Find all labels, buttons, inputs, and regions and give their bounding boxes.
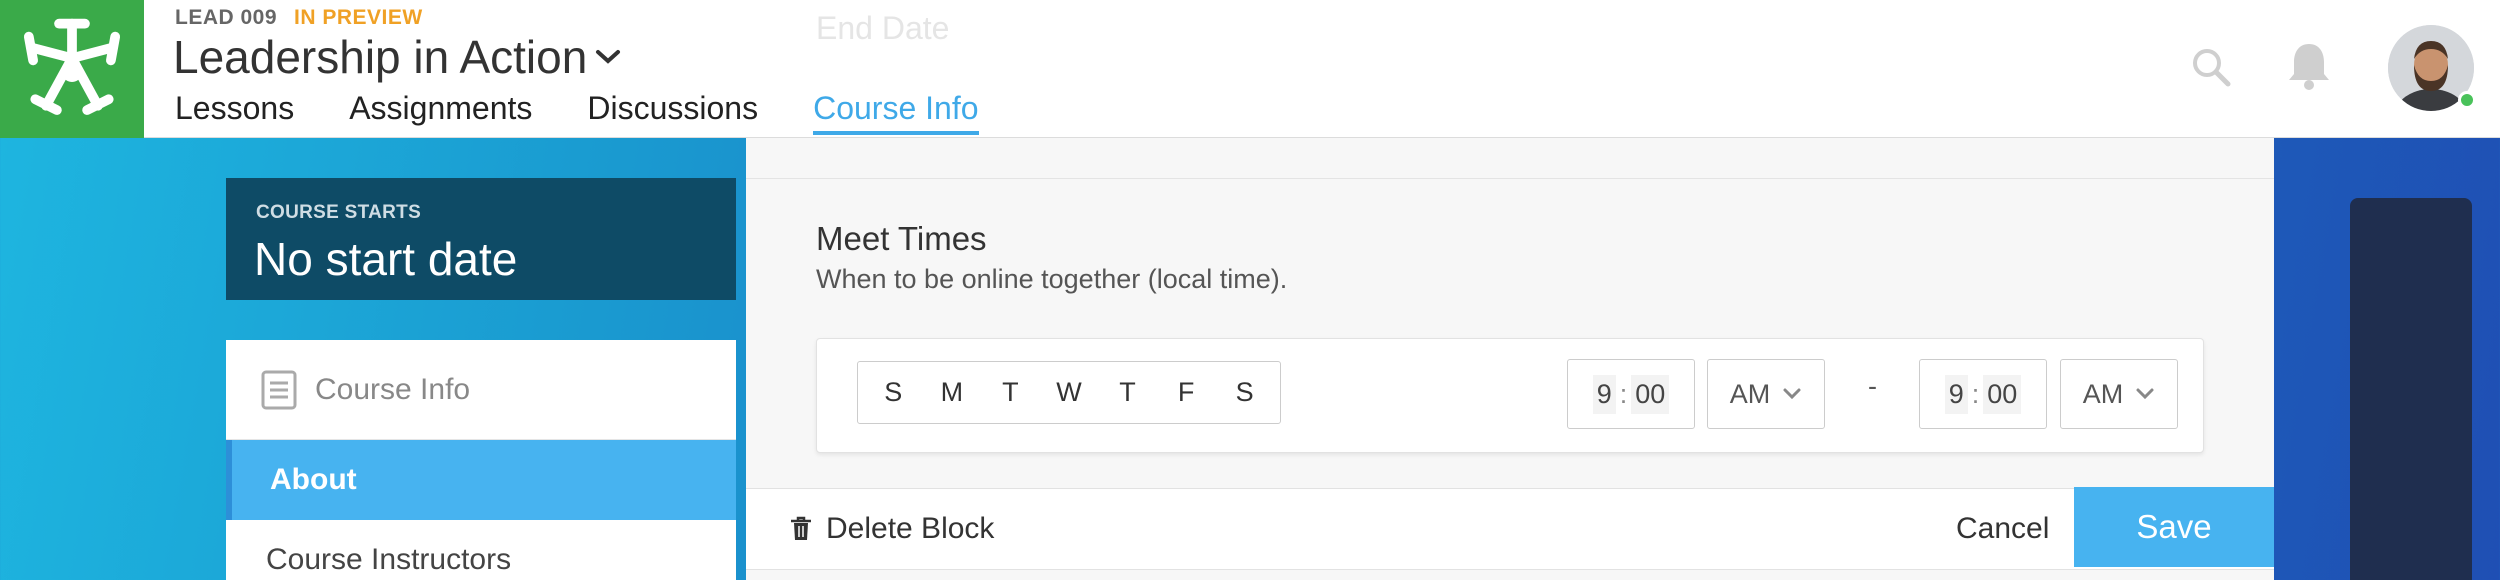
divider <box>746 178 2274 179</box>
end-time-input: 9 : 00 <box>1919 359 2047 429</box>
end-minute-field[interactable]: 00 <box>1983 374 2022 414</box>
end-period-select[interactable]: AM <box>2060 359 2178 429</box>
delete-block-button[interactable]: Delete Block <box>790 489 994 569</box>
course-nav-tabs: Lessons Assignments Discussions Course I… <box>175 90 1034 135</box>
time-colon: : <box>1971 378 1980 409</box>
end-period-value: AM <box>2082 378 2124 409</box>
preview-status-badge: IN PREVIEW <box>294 6 423 29</box>
sidebar-item-course-instructors[interactable]: Course Instructors <box>226 520 736 580</box>
start-period-value: AM <box>1729 378 1771 409</box>
sidebar-item-label: About <box>270 463 357 496</box>
course-start-value: No start date <box>254 233 518 285</box>
tab-lessons[interactable]: Lessons <box>175 90 294 135</box>
day-toggle-monday[interactable]: M <box>927 377 977 408</box>
user-avatar-button[interactable] <box>2388 25 2476 111</box>
course-starts-label: COURSE STARTS <box>256 202 422 223</box>
meet-times-card: S M T W T F S 9 : 00 AM - 9 : 00 AM <box>816 338 2204 453</box>
trash-icon <box>791 516 811 540</box>
day-toggle-friday[interactable]: F <box>1161 377 1211 408</box>
day-toggle-thursday[interactable]: T <box>1103 377 1153 408</box>
end-hour-field[interactable]: 9 <box>1944 374 1968 414</box>
day-toggle-wednesday[interactable]: W <box>1044 377 1094 408</box>
day-toggle-saturday[interactable]: S <box>1220 377 1270 408</box>
meet-times-description: When to be online together (local time). <box>816 264 1288 294</box>
day-toggle-tuesday[interactable]: T <box>985 377 1035 408</box>
chevron-down-icon <box>1783 388 1801 400</box>
time-colon: : <box>1619 378 1628 409</box>
tab-course-info[interactable]: Course Info <box>813 90 979 135</box>
sidebar-item-about[interactable]: About <box>226 440 736 520</box>
start-hour-field[interactable]: 9 <box>1592 374 1616 414</box>
search-icon[interactable] <box>2190 46 2232 88</box>
online-status-dot <box>2458 91 2476 109</box>
time-range-separator: - <box>1868 371 1877 401</box>
meet-times-title: Meet Times <box>816 220 987 257</box>
right-panel-card <box>2350 198 2472 580</box>
start-minute-field[interactable]: 00 <box>1631 374 1670 414</box>
tab-assignments[interactable]: Assignments <box>349 90 532 135</box>
course-info-sidebar: Course Info About Course Instructors <box>226 340 736 580</box>
editor-footer: Delete Block Cancel Save <box>746 487 2274 570</box>
course-title: Leadership in Action <box>173 31 588 83</box>
logo-icon <box>23 18 121 115</box>
chevron-down-icon <box>2136 388 2154 400</box>
weekday-picker: S M T W T F S <box>857 361 1281 424</box>
course-start-card: COURSE STARTS No start date <box>226 178 736 300</box>
start-period-select[interactable]: AM <box>1707 359 1825 429</box>
bell-icon[interactable] <box>2285 40 2333 92</box>
delete-block-label: Delete Block <box>826 512 995 545</box>
start-time-input: 9 : 00 <box>1567 359 1695 429</box>
sidebar-item-label: Course Instructors <box>266 543 512 576</box>
document-icon <box>261 370 297 409</box>
app-logo[interactable] <box>0 0 144 138</box>
course-switcher[interactable]: Leadership in Action <box>173 30 625 84</box>
day-toggle-sunday[interactable]: S <box>868 377 918 408</box>
tab-discussions[interactable]: Discussions <box>587 90 758 135</box>
app-header: LEAD 009 IN PREVIEW Leadership in Action… <box>0 0 2500 138</box>
sidebar-header: Course Info <box>226 340 736 440</box>
save-button[interactable]: Save <box>2074 487 2274 567</box>
sidebar-title: Course Info <box>315 372 471 406</box>
end-date-label: End Date <box>816 10 950 46</box>
cancel-button[interactable]: Cancel <box>1956 489 2049 569</box>
course-code: LEAD 009 <box>175 6 278 29</box>
chevron-down-icon <box>595 42 625 72</box>
